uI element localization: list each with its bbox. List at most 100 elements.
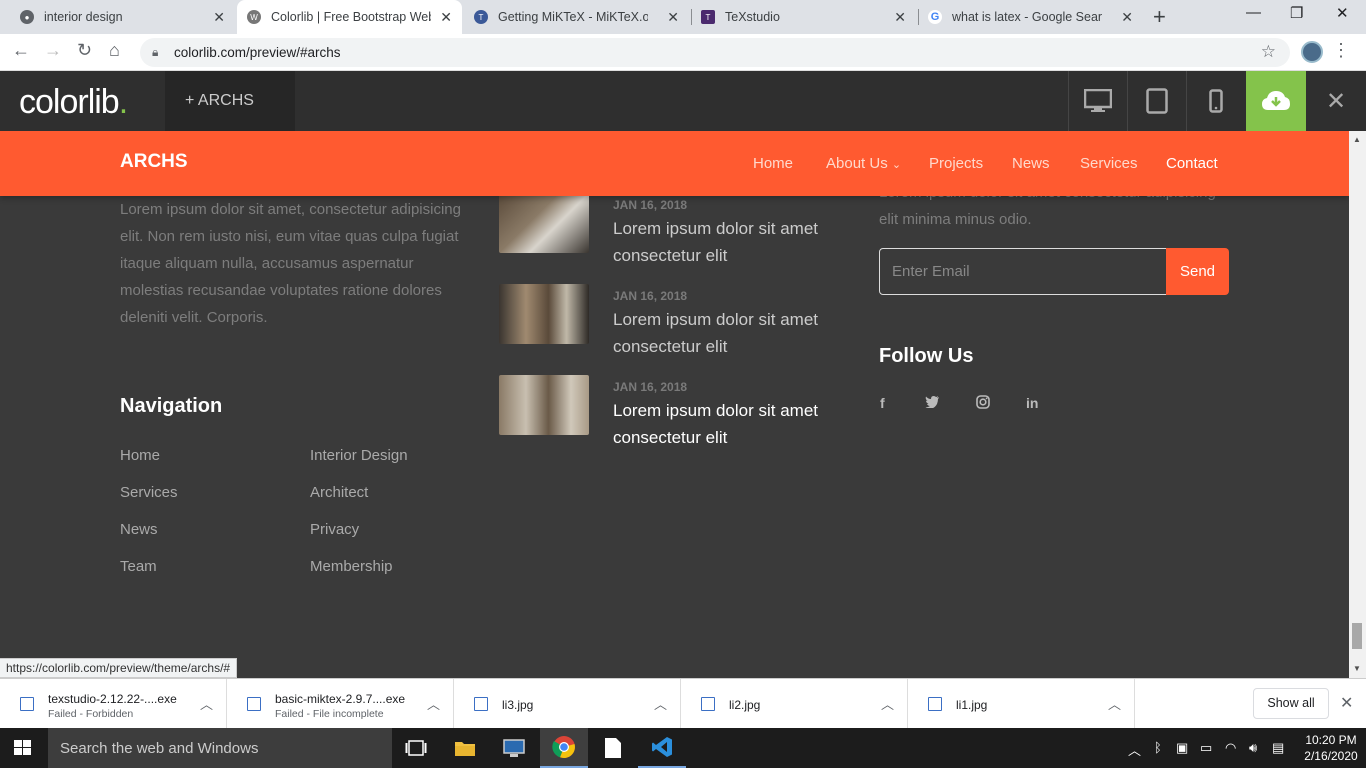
menu-contact[interactable]: Contact (1166, 155, 1218, 172)
footer-link-home[interactable]: Home (120, 447, 160, 464)
facebook-icon[interactable]: f (880, 395, 885, 411)
scroll-down-icon[interactable]: ▼ (1353, 664, 1361, 673)
vscode-icon[interactable] (638, 728, 686, 768)
colorlib-preview-bar: colorlib. + ARCHS ✕ (0, 71, 1366, 131)
image-file-icon (701, 697, 715, 711)
app-tray-icon[interactable]: ▣ (1176, 740, 1188, 756)
footer-link-services[interactable]: Services (120, 484, 178, 501)
download-cloud-icon[interactable] (1246, 71, 1306, 131)
close-tab-icon[interactable]: ✕ (667, 9, 679, 26)
about-text: Lorem ipsum dolor sit amet, consectetur … (120, 201, 461, 326)
menu-services[interactable]: Services (1080, 155, 1138, 172)
footer-link-interior-design[interactable]: Interior Design (310, 447, 408, 464)
download-item[interactable]: li3.jpg ︿ (454, 679, 681, 729)
tab-miktex[interactable]: T Getting MiKTeX - MiKTeX.org ✕ (464, 0, 689, 34)
post-thumbnail[interactable] (499, 284, 589, 344)
omnibox[interactable]: 🔒︎ colorlib.com/preview/#archs ☆ (140, 38, 1290, 67)
close-window-icon[interactable]: ✕ (1336, 4, 1349, 22)
new-tab-button[interactable]: + (1153, 4, 1166, 30)
reload-icon[interactable]: ↻ (77, 40, 92, 61)
footer-link-architect[interactable]: Architect (310, 484, 368, 501)
chevron-up-icon[interactable]: ︿ (881, 694, 894, 713)
colorlib-logo[interactable]: colorlib. (19, 83, 128, 122)
tab-google-search[interactable]: G what is latex - Google Search ✕ (918, 0, 1143, 34)
close-tab-icon[interactable]: ✕ (440, 9, 452, 26)
task-view-icon[interactable] (392, 728, 440, 768)
close-tab-icon[interactable]: ✕ (894, 9, 906, 26)
chevron-down-icon: ⌄ (891, 159, 902, 171)
tab-texstudio[interactable]: T TeXstudio ✕ (691, 0, 916, 34)
forward-icon[interactable]: → (44, 40, 62, 61)
bluetooth-icon[interactable]: ᛒ (1154, 740, 1162, 755)
chrome-icon[interactable] (540, 728, 588, 768)
close-shelf-icon[interactable]: ✕ (1340, 693, 1353, 713)
site-brand[interactable]: ARCHS (120, 151, 188, 173)
chevron-up-icon[interactable]: ︿ (427, 694, 440, 713)
file-explorer-icon[interactable] (441, 728, 489, 768)
download-item[interactable]: li2.jpg ︿ (681, 679, 908, 729)
close-preview-icon[interactable]: ✕ (1306, 71, 1366, 131)
download-item[interactable]: basic-miktex-2.9.7....exe Failed - File … (227, 679, 454, 729)
instagram-icon[interactable] (976, 395, 990, 412)
email-input[interactable]: Enter Email (879, 248, 1167, 295)
site-navbar: ARCHS Home About Us ⌄ Projects News Serv… (0, 131, 1349, 196)
menu-projects[interactable]: Projects (929, 155, 983, 172)
volume-icon[interactable]: 🔊︎ (1249, 740, 1257, 756)
chevron-up-icon[interactable]: ︿ (200, 694, 213, 713)
menu-about-us[interactable]: About Us ⌄ (826, 155, 901, 172)
menu-news[interactable]: News (1012, 155, 1050, 172)
home-icon[interactable]: ⌂ (109, 40, 120, 61)
footer-link-team[interactable]: Team (120, 558, 157, 575)
linkedin-icon[interactable]: in (1026, 395, 1038, 411)
tab-colorlib[interactable]: W Colorlib | Free Bootstrap Webs ✕ (237, 0, 462, 34)
navigation-heading: Navigation (120, 395, 223, 417)
document-app-icon[interactable] (589, 728, 637, 768)
download-item[interactable]: li1.jpg ︿ (908, 679, 1135, 729)
follow-us-heading: Follow Us (879, 345, 974, 367)
tablet-view-icon[interactable] (1127, 71, 1186, 131)
scroll-up-icon[interactable]: ▲ (1353, 135, 1361, 144)
wifi-icon[interactable]: ◠ (1225, 740, 1236, 756)
battery-icon[interactable]: ▭ (1200, 740, 1212, 756)
download-item[interactable]: texstudio-2.12.22-....exe Failed - Forbi… (0, 679, 227, 729)
lock-icon[interactable]: 🔒︎ (152, 45, 158, 60)
desktop-view-icon[interactable] (1068, 71, 1127, 131)
chevron-up-icon[interactable]: ︿ (654, 694, 667, 713)
mobile-view-icon[interactable] (1186, 71, 1245, 131)
maximize-icon[interactable]: ❐ (1290, 4, 1303, 22)
chevron-up-icon[interactable]: ︿ (1108, 694, 1121, 713)
show-all-button[interactable]: Show all (1253, 688, 1329, 719)
menu-kebab-icon[interactable]: ⋮ (1332, 40, 1350, 61)
theme-switcher[interactable]: + ARCHS (165, 71, 295, 131)
network-app-icon[interactable] (490, 728, 538, 768)
footer-link-membership[interactable]: Membership (310, 558, 393, 575)
twitter-icon[interactable] (925, 395, 940, 411)
scrollbar-thumb[interactable] (1352, 623, 1362, 649)
windows-start-icon[interactable] (14, 740, 32, 756)
profile-avatar[interactable] (1301, 41, 1323, 63)
url-text[interactable]: colorlib.com/preview/#archs (174, 45, 341, 60)
close-tab-icon[interactable]: ✕ (213, 9, 225, 26)
post-title[interactable]: Lorem ipsum dolor sit amet consectetur e… (613, 397, 843, 451)
tray-chevron-up-icon[interactable]: ︿ (1128, 740, 1141, 759)
post-thumbnail[interactable] (499, 193, 589, 253)
site-viewport: ARCHS Home About Us ⌄ Projects News Serv… (0, 131, 1349, 678)
send-button[interactable]: Send (1166, 248, 1229, 295)
minimize-icon[interactable]: — (1246, 4, 1261, 21)
bookmark-star-icon[interactable]: ☆ (1261, 42, 1276, 62)
close-tab-icon[interactable]: ✕ (1121, 9, 1133, 26)
post-title[interactable]: Lorem ipsum dolor sit amet consectetur e… (613, 215, 843, 269)
post-title[interactable]: Lorem ipsum dolor sit amet consectetur e… (613, 306, 843, 360)
post-thumbnail[interactable] (499, 375, 589, 435)
notification-icon[interactable]: ▤ (1272, 740, 1284, 756)
taskbar-search-box[interactable]: Search the web and Windows (48, 728, 392, 768)
menu-home[interactable]: Home (753, 155, 793, 172)
wordpress-icon: W (247, 10, 261, 24)
footer-link-privacy[interactable]: Privacy (310, 521, 359, 538)
image-file-icon (928, 697, 942, 711)
footer-link-news[interactable]: News (120, 521, 158, 538)
taskbar-clock[interactable]: 10:20 PM 2/16/2020 (1296, 732, 1366, 764)
back-icon[interactable]: ← (12, 40, 30, 61)
page-scrollbar[interactable]: ▲ ▼ (1349, 131, 1366, 678)
tab-interior-design[interactable]: ● interior design ✕ (10, 0, 235, 34)
